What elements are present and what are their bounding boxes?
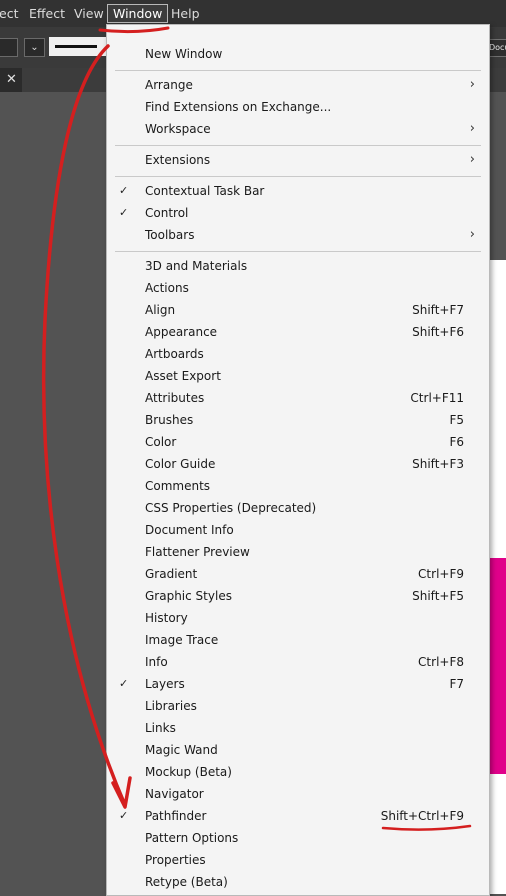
window-underline-annotation	[98, 26, 170, 34]
shortcut-underline-annotation	[381, 824, 472, 831]
annotation-overlay	[41, 26, 472, 831]
arrow-curve-annotation	[41, 44, 127, 807]
